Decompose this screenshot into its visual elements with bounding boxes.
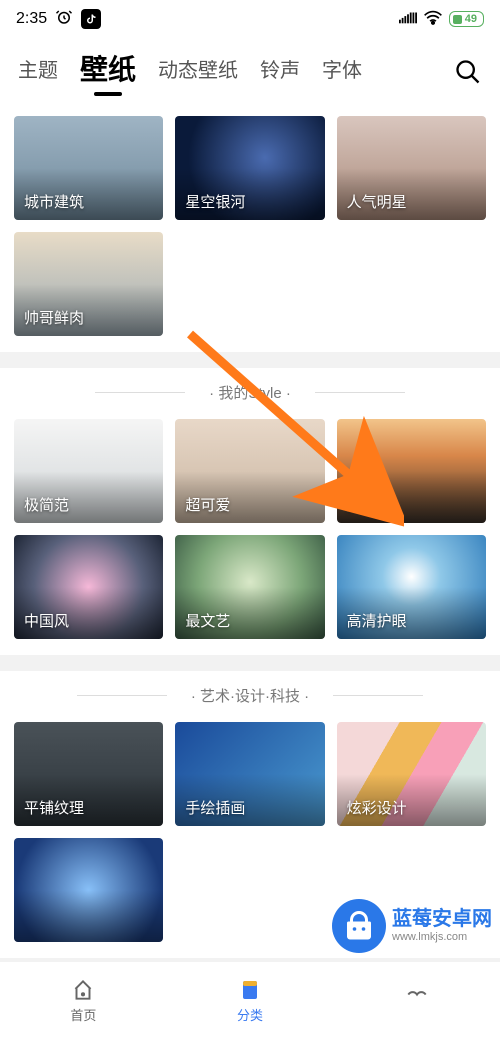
card-hand-drawn[interactable]: 手绘插画 [175,722,324,826]
card-minimal[interactable]: 极简范 [14,419,163,523]
tab-font[interactable]: 字体 [322,54,362,91]
card-label: 高清护眼 [337,602,417,639]
card-partial[interactable] [14,838,163,942]
nav-more[interactable] [333,962,500,1039]
alarm-icon [55,8,73,31]
grid-art-tech: 平铺纹理 手绘插画 炫彩设计 [14,722,486,942]
battery-level: 49 [465,13,477,25]
nav-category[interactable]: 分类 [167,962,334,1039]
card-label: 平铺纹理 [14,789,94,826]
section-featured: 城市建筑 星空银河 人气明星 帅哥鲜肉 [0,102,500,352]
nav-home[interactable]: 首页 [0,962,167,1039]
status-bar: 2:35 49 [0,0,500,38]
card-text-lover[interactable]: 文字控 [337,419,486,523]
section-title: · 艺术·设计·科技 · [14,685,486,706]
card-label: 超可爱 [175,486,240,523]
section-title: · 我的Style · [14,382,486,403]
card-label: 城市建筑 [14,183,94,220]
card-label: 帅哥鲜肉 [14,299,94,336]
card-cute[interactable]: 超可爱 [175,419,324,523]
signal-icon [399,10,417,29]
nav-label: 首页 [70,1005,96,1024]
home-icon [70,977,96,1003]
category-icon [237,977,263,1003]
bottom-nav: 首页 分类 [0,961,500,1039]
card-label: 文字控 [337,486,402,523]
nav-label: 分类 [237,1005,263,1024]
card-label [14,926,34,942]
card-city-architecture[interactable]: 城市建筑 [14,116,163,220]
tab-wallpaper[interactable]: 壁纸 [80,48,136,96]
battery-indicator: 49 [449,11,484,27]
section-art-tech: · 艺术·设计·科技 · 平铺纹理 手绘插画 炫彩设计 [0,671,500,958]
top-tab-bar: 主题 壁纸 动态壁纸 铃声 字体 [0,38,500,102]
wifi-icon [423,9,443,30]
search-button[interactable] [454,58,482,86]
card-label: 炫彩设计 [337,789,417,826]
card-label: 中国风 [14,602,79,639]
card-celebrity[interactable]: 人气明星 [337,116,486,220]
card-label: 极简范 [14,486,79,523]
tab-ringtone[interactable]: 铃声 [260,54,300,91]
card-chinese-style[interactable]: 中国风 [14,535,163,639]
card-tile-texture[interactable]: 平铺纹理 [14,722,163,826]
card-label: 星空银河 [175,183,255,220]
card-colorful-design[interactable]: 炫彩设计 [337,722,486,826]
tab-theme[interactable]: 主题 [18,54,58,91]
card-label: 手绘插画 [175,789,255,826]
tab-live-wallpaper[interactable]: 动态壁纸 [158,54,238,91]
section-my-style: · 我的Style · 极简范 超可爱 文字控 中国风 最文艺 高清护眼 [0,368,500,655]
more-icon [404,987,430,1013]
card-handsome[interactable]: 帅哥鲜肉 [14,232,163,336]
content-scroll[interactable]: 城市建筑 星空银河 人气明星 帅哥鲜肉 · 我的Style · 极简范 超可爱 … [0,102,500,963]
status-right: 49 [399,9,484,30]
grid-my-style: 极简范 超可爱 文字控 中国风 最文艺 高清护眼 [14,419,486,639]
card-hd-eyecare[interactable]: 高清护眼 [337,535,486,639]
grid-featured: 城市建筑 星空银河 人气明星 帅哥鲜肉 [14,116,486,336]
card-label: 人气明星 [337,183,417,220]
status-time: 2:35 [16,10,47,28]
card-galaxy[interactable]: 星空银河 [175,116,324,220]
card-label: 最文艺 [175,602,240,639]
tiktok-icon [81,9,101,29]
status-left: 2:35 [16,8,101,31]
card-artsy[interactable]: 最文艺 [175,535,324,639]
